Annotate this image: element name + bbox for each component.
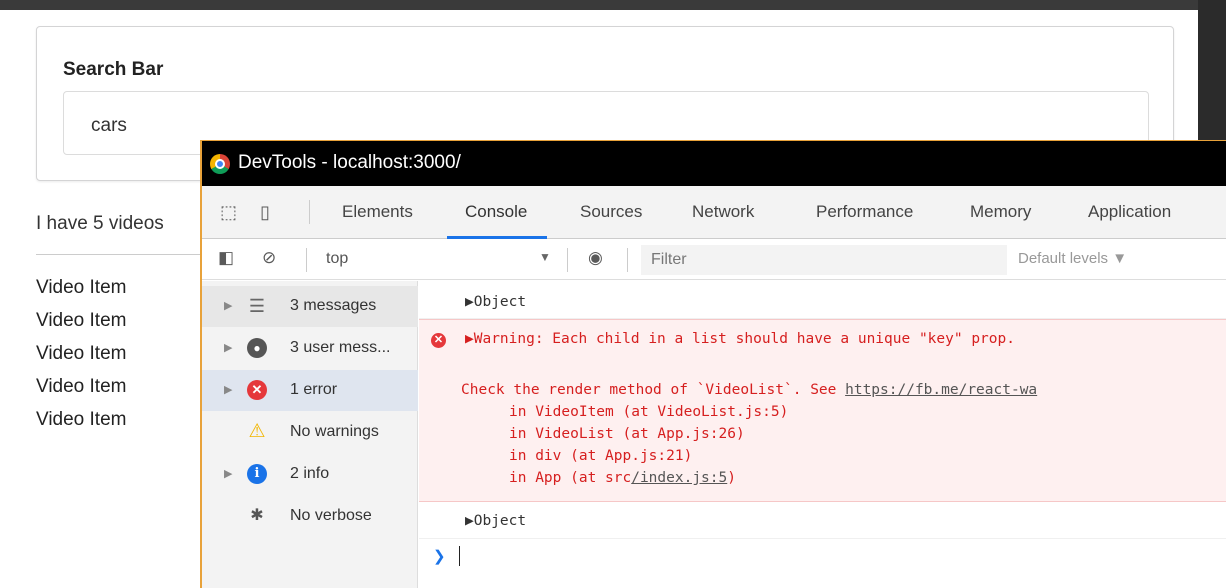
object-label: Object [473, 294, 527, 310]
react-docs-link[interactable]: https://fb.me/react-wa [845, 382, 1037, 398]
tab-sources[interactable]: Sources [580, 202, 642, 222]
warning-text: Warning: Each child in a list should hav… [473, 331, 1015, 347]
sidebar-item-label: 1 error [290, 381, 338, 398]
object-log[interactable]: ▶Object [465, 294, 526, 310]
console-input[interactable] [459, 546, 460, 566]
eye-icon[interactable]: ◉ [588, 248, 603, 268]
console-output: ▶Object ✕ ▶Warning: Each child in a list… [419, 281, 1226, 588]
expand-arrow-icon[interactable]: ▶ [224, 299, 232, 312]
info-icon: i [247, 464, 267, 484]
sidebar-item-verbose[interactable]: ✱ No verbose [202, 496, 418, 537]
divider [36, 254, 206, 255]
error-icon: ✕ [247, 380, 267, 400]
video-count: I have 5 videos [36, 213, 164, 234]
default-levels-dropdown[interactable]: Default levels ▼ [1018, 250, 1127, 267]
list-item[interactable]: Video Item [36, 373, 126, 406]
check-render-text: Check the render method of `VideoList`. … [461, 382, 846, 398]
chevron-down-icon[interactable]: ▼ [539, 250, 551, 264]
device-toolbar-icon[interactable]: ▯ [260, 202, 270, 223]
tab-application[interactable]: Application [1088, 202, 1171, 222]
source-link[interactable]: /index.js:5 [631, 470, 727, 486]
tab-memory[interactable]: Memory [970, 202, 1031, 222]
warning-icon: ⚠ [248, 421, 266, 442]
list-item[interactable]: Video Item [36, 274, 126, 307]
sidebar-item-warnings[interactable]: ⚠ No warnings [202, 412, 418, 453]
sidebar-toggle-icon[interactable]: ◧ [218, 248, 234, 268]
sidebar-item-label: 3 user mess... [290, 339, 391, 356]
error-icon: ✕ [431, 333, 446, 348]
search-label: Search Bar [63, 59, 164, 80]
console-error-message[interactable]: ✕ ▶Warning: Each child in a list should … [419, 319, 1226, 502]
stack-frame: in VideoList (at App.js:26) [509, 426, 745, 442]
expand-arrow-icon[interactable]: ▶ [224, 341, 232, 354]
context-select[interactable]: top [326, 250, 348, 268]
clear-console-icon[interactable]: ⊘ [262, 248, 276, 268]
window-title: DevTools - localhost:3000/ [238, 152, 461, 173]
filter-field[interactable]: Filter [641, 245, 1007, 275]
window-top-bar [0, 0, 1226, 10]
expand-arrow-icon[interactable]: ▶ [224, 467, 232, 480]
tab-elements[interactable]: Elements [342, 202, 413, 222]
sidebar-item-label: 2 info [290, 465, 330, 482]
tab-console[interactable]: Console [465, 202, 527, 222]
list-item[interactable]: Video Item [36, 406, 126, 439]
sidebar-item-info[interactable]: ▶ i 2 info [202, 454, 418, 495]
stack-frame-prefix: in App (at src [509, 470, 632, 486]
inspect-element-icon[interactable]: ⬚ [220, 202, 237, 223]
error-detail: Check the render method of `VideoList`. … [461, 382, 1037, 398]
chrome-logo-icon [210, 154, 230, 174]
devtools-window: DevTools - localhost:3000/ ⬚ ▯ Elements … [200, 140, 1226, 588]
console-message[interactable]: ▶Object [419, 281, 1226, 319]
devtools-title-bar[interactable]: DevTools - localhost:3000/ [202, 141, 1226, 186]
console-toolbar: ◧ ⊘ top ▼ ◉ Filter Default levels ▼ [202, 239, 1226, 280]
expand-arrow-icon[interactable]: ▶ [465, 513, 474, 529]
console-prompt-icon: ❯ [433, 548, 446, 565]
tab-separator [309, 200, 310, 224]
expand-arrow-icon[interactable]: ▶ [465, 331, 474, 347]
console-sidebar: ▶ ☰ 3 messages ▶ ● 3 user mess... ▶ ✕ 1 … [202, 281, 418, 588]
toolbar-separator [627, 248, 628, 272]
stack-frame-suffix: ) [727, 470, 736, 486]
expand-arrow-icon[interactable]: ▶ [465, 294, 474, 310]
console-message[interactable]: ▶Object [419, 503, 1226, 539]
list-item[interactable]: Video Item [36, 340, 126, 373]
stack-frame: in App (at src/index.js:5) [509, 470, 736, 486]
sidebar-item-label: 3 messages [290, 297, 377, 314]
bug-icon: ✱ [250, 507, 264, 524]
list-icon: ☰ [248, 296, 266, 316]
user-icon: ● [247, 338, 267, 358]
list-item[interactable]: Video Item [36, 307, 126, 340]
filter-input[interactable]: Filter [651, 251, 687, 269]
video-list: Video Item Video Item Video Item Video I… [36, 274, 126, 439]
object-log[interactable]: ▶Object [465, 513, 526, 529]
sidebar-item-messages[interactable]: ▶ ☰ 3 messages [202, 286, 418, 327]
error-heading[interactable]: ▶Warning: Each child in a list should ha… [465, 331, 1015, 347]
toolbar-separator [567, 248, 568, 272]
expand-arrow-icon[interactable]: ▶ [224, 383, 232, 396]
sidebar-item-errors[interactable]: ▶ ✕ 1 error [202, 370, 418, 411]
stack-frame: in div (at App.js:21) [509, 448, 693, 464]
stack-frame: in VideoItem (at VideoList.js:5) [509, 404, 789, 420]
tab-performance[interactable]: Performance [816, 202, 913, 222]
sidebar-item-user-messages[interactable]: ▶ ● 3 user mess... [202, 328, 418, 369]
sidebar-item-label: No verbose [290, 507, 372, 524]
toolbar-separator [306, 248, 307, 272]
tab-network[interactable]: Network [692, 202, 754, 222]
object-label: Object [473, 513, 527, 529]
devtools-tab-bar: ⬚ ▯ Elements Console Sources Network Per… [202, 186, 1226, 239]
sidebar-item-label: No warnings [290, 423, 379, 440]
